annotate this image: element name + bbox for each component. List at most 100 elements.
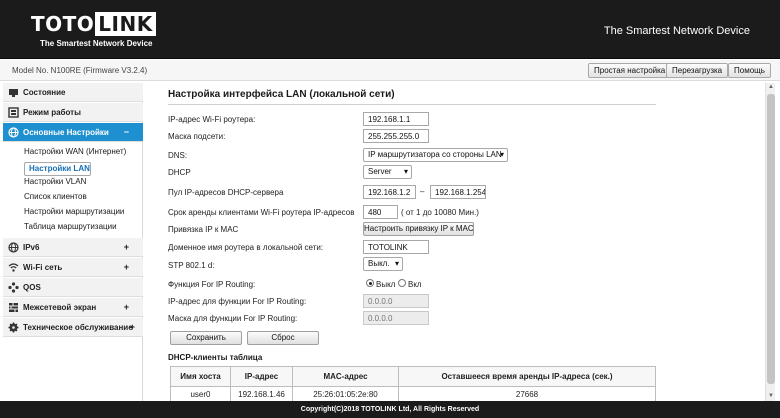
dhcp-select-value: Server xyxy=(368,167,392,176)
pool-separator: – xyxy=(420,187,425,196)
save-button[interactable]: Сохранить xyxy=(170,331,242,345)
expand-icon[interactable]: + xyxy=(124,302,129,312)
main-content: Настройка интерфейса LAN (локальной сети… xyxy=(155,83,763,401)
sidebar-item-maintenance[interactable]: Техническое обслуживание + xyxy=(3,318,143,337)
table-cell: 27668 xyxy=(398,386,656,401)
sidebar-item-wifi[interactable]: Wi-Fi сеть + xyxy=(3,258,143,277)
model-number: Model No. N100RE (Firmware V3.2.4) xyxy=(12,66,148,75)
dhcp-pool-label: Пул IP-адресов DHCP-сервера xyxy=(168,188,284,197)
logo-toto-text: TOTO xyxy=(31,12,95,36)
dhcp-pool-end-input[interactable] xyxy=(430,185,486,199)
globe-icon xyxy=(8,127,19,138)
globe-icon xyxy=(8,242,19,253)
subnav-client-list[interactable]: Список клиентов xyxy=(24,192,87,201)
sidebar-item-label: QOS xyxy=(23,283,41,292)
stp-select[interactable]: Выкл. ▾ xyxy=(363,257,403,271)
sidebar-item-status[interactable]: Состояние xyxy=(3,83,143,102)
mask-label: Маска подсети: xyxy=(168,132,226,141)
rip-mask-label: Маска для функции For IP Routing: xyxy=(168,314,298,323)
expand-icon[interactable]: + xyxy=(130,322,135,332)
expand-icon[interactable]: + xyxy=(124,242,129,252)
rip-ip-label: IP-адрес для функции For IP Routing: xyxy=(168,297,307,306)
title-divider xyxy=(168,104,656,105)
firewall-icon xyxy=(8,302,19,313)
top-header: TOTO LINK The Smartest Network Device The… xyxy=(0,0,780,59)
domain-name-label: Доменное имя роутера в локальной сети: xyxy=(168,243,324,252)
rip-mask-input xyxy=(363,311,429,325)
domain-name-input[interactable] xyxy=(363,240,429,254)
page-title: Настройка интерфейса LAN (локальной сети… xyxy=(168,89,395,100)
sidebar-item-ipv6[interactable]: IPv6 + xyxy=(3,238,143,257)
footer: Copyright(C)2018 TOTOLINK Ltd, All Right… xyxy=(0,401,780,418)
table-header: MAC-адрес xyxy=(292,366,399,387)
dhcp-label: DHCP xyxy=(168,168,191,177)
sidebar-item-label: Wi-Fi сеть xyxy=(23,263,63,272)
subnav-routing-settings[interactable]: Настройки маршрутизации xyxy=(24,207,124,216)
lease-time-input[interactable] xyxy=(363,205,398,219)
stp-label: STP 802.1 d: xyxy=(168,261,215,270)
ip-routing-on-radio[interactable] xyxy=(398,279,406,287)
gear-icon xyxy=(8,322,19,333)
logo-link-text: LINK xyxy=(95,12,156,36)
table-cell: 25:26:01:05:2e:80 xyxy=(292,386,399,401)
scrollbar-thumb[interactable] xyxy=(767,94,775,384)
dhcp-select[interactable]: Server ▾ xyxy=(363,165,412,179)
mode-icon xyxy=(8,107,19,118)
ip-routing-off-label: Выкл xyxy=(376,280,396,289)
table-cell: user0 xyxy=(170,386,231,401)
rip-ip-input xyxy=(363,294,429,308)
subnet-mask-input[interactable] xyxy=(363,129,429,143)
scroll-down-arrow-icon[interactable]: ▼ xyxy=(766,392,776,401)
stp-select-value: Выкл. xyxy=(368,259,390,268)
ip-routing-label: Функция For IP Routing: xyxy=(168,280,256,289)
chevron-down-icon: ▾ xyxy=(394,259,399,268)
lease-time-label: Срок аренды клиентами Wi-Fi роутера IP-а… xyxy=(168,208,355,217)
table-header: IP-адрес xyxy=(230,366,293,387)
model-bar: Model No. N100RE (Firmware V3.2.4) Прост… xyxy=(0,60,780,81)
sidebar-item-firewall[interactable]: Межсетевой экран + xyxy=(3,298,143,317)
dhcp-pool-start-input[interactable] xyxy=(363,185,416,199)
vertical-scrollbar[interactable]: ▲ ▼ xyxy=(765,83,775,401)
sidebar-item-basic-settings[interactable]: Основные Настройки − xyxy=(3,123,143,142)
sidebar-item-label: Состояние xyxy=(23,88,66,97)
qos-icon xyxy=(8,282,19,293)
sidebar: Состояние Режим работы Основные Настройк… xyxy=(3,83,143,401)
subnav-vlan[interactable]: Настройки VLAN xyxy=(24,177,86,186)
dns-select[interactable]: IP маршрутизатора со стороны LAN ▾ xyxy=(363,148,508,162)
easy-setup-button[interactable]: Простая настройка xyxy=(588,63,672,78)
ip-mac-binding-label: Привязка IP к MAC xyxy=(168,225,239,234)
subnav-lan[interactable]: Настройки LAN xyxy=(24,162,91,176)
sidebar-item-label: Режим работы xyxy=(23,108,81,117)
sidebar-item-mode[interactable]: Режим работы xyxy=(3,103,143,122)
sidebar-item-label: Техническое обслуживание xyxy=(23,323,133,332)
table-cell: 192.168.1.46 xyxy=(230,386,293,401)
scroll-up-arrow-icon[interactable]: ▲ xyxy=(766,83,776,92)
reboot-button[interactable]: Перезагрузка xyxy=(666,63,729,78)
table-row: user0 192.168.1.46 25:26:01:05:2e:80 276… xyxy=(170,386,656,401)
table-header: Оставшееся время аренды IP-адреса (сек.) xyxy=(398,366,656,387)
lease-time-hint: ( от 1 до 10080 Мин.) xyxy=(401,208,479,217)
ip-label: IP-адрес Wi-Fi роутера: xyxy=(168,115,256,124)
sidebar-item-qos[interactable]: QOS xyxy=(3,278,143,297)
brand-logo: TOTO LINK The Smartest Network Device xyxy=(31,12,156,49)
table-header: Имя хоста xyxy=(170,366,231,387)
ip-mac-binding-button[interactable]: Настроить привязку IP к MAC xyxy=(363,222,474,236)
header-tagline: The Smartest Network Device xyxy=(603,25,750,37)
sidebar-item-label: Межсетевой экран xyxy=(23,303,97,312)
subnav-wan[interactable]: Настройки WAN (Интернет) xyxy=(24,147,126,156)
sidebar-item-label: Основные Настройки xyxy=(23,128,109,137)
chevron-down-icon: ▾ xyxy=(403,167,408,176)
dhcp-table-title: DHCP-клиенты таблица xyxy=(168,353,263,362)
monitor-icon xyxy=(8,87,19,98)
reset-button[interactable]: Сброс xyxy=(247,331,319,345)
dns-label: DNS: xyxy=(168,151,188,160)
wifi-icon xyxy=(8,262,19,273)
help-button[interactable]: Помощь xyxy=(728,63,771,78)
sidebar-item-label: IPv6 xyxy=(23,243,40,252)
ip-routing-off-radio[interactable] xyxy=(366,279,374,287)
ip-address-input[interactable] xyxy=(363,112,429,126)
collapse-icon[interactable]: − xyxy=(124,127,129,137)
expand-icon[interactable]: + xyxy=(124,262,129,272)
dns-select-value: IP маршрутизатора со стороны LAN xyxy=(368,150,502,159)
subnav-routing-table[interactable]: Таблица маршрутизации xyxy=(24,222,117,231)
